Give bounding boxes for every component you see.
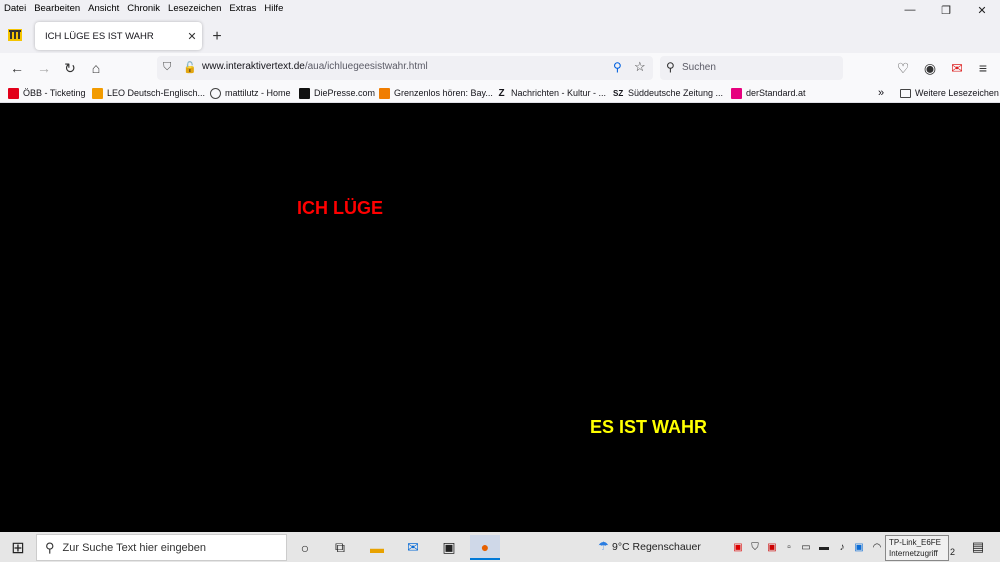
new-tab-icon[interactable]: + [207, 27, 227, 47]
tray-shield-icon[interactable]: ⛉ [749, 541, 761, 553]
menu-hilfe[interactable]: Hilfe [260, 3, 287, 14]
app-icon[interactable]: ▣ [434, 535, 464, 560]
taskbar: ⊞ ⚲ Zur Suche Text hier eingeben ○ ⧉ ▬ ✉… [0, 532, 1000, 562]
search-placeholder: Suchen [682, 62, 716, 73]
bookmark-leo[interactable]: LEO Deutsch-Englisch... [92, 86, 205, 100]
bookmark-label: ÖBB - Ticketing [23, 88, 86, 98]
page-content: ICH LÜGE ES IST WAHR [0, 103, 1000, 532]
tray-app-icon[interactable]: ▣ [766, 541, 778, 553]
taskbar-search[interactable]: ⚲ Zur Suche Text hier eingeben [36, 534, 287, 561]
back-icon[interactable]: ← [7, 58, 27, 78]
bookmark-label: DiePresse.com [314, 88, 376, 98]
grenzenlos-icon [379, 87, 390, 99]
chevron-more-icon[interactable]: » [878, 86, 884, 100]
clock[interactable]: 2 [950, 547, 955, 557]
tray-monitor-icon[interactable]: ▭ [800, 541, 812, 553]
bookmark-diepresse[interactable]: DiePresse.com [299, 86, 375, 100]
forward-icon[interactable]: → [34, 58, 54, 78]
bookmark-sueddeutsche[interactable]: SZ Süddeutsche Zeitung ... [613, 86, 723, 100]
derstandard-icon [731, 87, 742, 99]
navigation-bar: ← → ↻ ⌂ ⛉ 🔓 www.interaktivertext.de/aua/… [0, 53, 1000, 83]
menu-bearbeiten[interactable]: Bearbeiten [30, 3, 84, 14]
cortana-icon[interactable]: ○ [290, 535, 320, 560]
globe-icon [210, 87, 221, 99]
taskbar-search-placeholder: Zur Suche Text hier eingeben [62, 541, 207, 554]
file-explorer-icon[interactable]: ▬ [362, 535, 392, 560]
tray-battery-icon[interactable]: ▬ [818, 541, 830, 553]
extension-icon[interactable]: ✉ [947, 58, 967, 78]
bookmark-label: Weitere Lesezeichen [915, 88, 999, 98]
mail-icon[interactable]: ✉ [398, 535, 428, 560]
wifi-tooltip: TP-Link_E6FE Internetzugriff [885, 535, 949, 561]
tray-device-icon[interactable]: ▫ [783, 541, 795, 553]
search-bar[interactable]: ⚲ Suchen [660, 56, 843, 80]
menu-datei[interactable]: Datei [0, 3, 30, 14]
windows-start-icon[interactable]: ⊞ [3, 535, 33, 560]
close-tab-icon[interactable]: ✕ [182, 30, 202, 43]
bookmark-nachrichten[interactable]: Z Nachrichten - Kultur - ... [496, 86, 606, 100]
pocket-icon[interactable]: ♡ [893, 58, 913, 78]
bookmark-label: derStandard.at [746, 88, 806, 98]
z-icon: Z [498, 87, 505, 99]
tracking-shield-icon[interactable]: ⛉ [163, 61, 171, 74]
menu-hamburger-icon[interactable]: ≡ [973, 58, 993, 78]
tray-wifi-icon[interactable]: ◠ [871, 541, 883, 553]
url-text[interactable]: www.interaktivertext.de/aua/ichluegeesis… [202, 61, 428, 72]
menu-lesezeichen[interactable]: Lesezeichen [164, 3, 225, 14]
menu-bar: Datei Bearbeiten Ansicht Chronik Lesezei… [0, 0, 1000, 17]
tray-volume-icon[interactable]: ♪ [836, 541, 848, 553]
tab-bar: ICH LÜGE ES IST WAHR ✕ + [0, 17, 1000, 53]
tray-network-app-icon[interactable]: ▣ [853, 541, 865, 553]
notification-icon[interactable]: ▤ [972, 539, 984, 554]
bookmark-label: LEO Deutsch-Englisch... [107, 88, 206, 98]
tray-pdf-icon[interactable]: ▣ [732, 541, 744, 553]
search-bar-icon: ⚲ [666, 60, 675, 74]
bookmark-mattilutz[interactable]: mattilutz - Home [210, 86, 291, 100]
url-path: /aua/ichluegeesistwahr.html [304, 61, 428, 72]
weather-icon[interactable]: ☂ [598, 539, 609, 553]
sz-icon: SZ [613, 88, 624, 98]
bookmark-label: Nachrichten - Kultur - ... [511, 88, 607, 98]
search-icon[interactable]: ⚲ [613, 60, 622, 74]
url-host: www.interaktivertext.de [202, 61, 305, 72]
firefox-icon[interactable]: ● [470, 535, 500, 560]
tab-active[interactable]: ICH LÜGE ES IST WAHR ✕ [35, 22, 202, 50]
leo-icon [92, 87, 103, 99]
bookmark-folder-more[interactable]: Weitere Lesezeichen [900, 86, 999, 100]
reload-icon[interactable]: ↻ [60, 58, 80, 78]
url-bar[interactable]: ⛉ 🔓 www.interaktivertext.de/aua/ichluege… [157, 56, 653, 80]
home-icon[interactable]: ⌂ [86, 58, 106, 78]
weather-text[interactable]: 9°C Regenschauer [612, 541, 701, 553]
diepresse-icon [299, 87, 310, 99]
pinned-site-icon[interactable] [8, 29, 22, 41]
bookmark-grenzenlos[interactable]: Grenzenlos hören: Bay... [379, 86, 493, 100]
folder-icon [900, 88, 911, 98]
tooltip-status: Internetzugriff [889, 549, 938, 558]
bookmark-label: mattilutz - Home [225, 88, 291, 98]
bookmark-oebb[interactable]: ÖBB - Ticketing [8, 86, 86, 100]
menu-chronik[interactable]: Chronik [123, 3, 164, 14]
bookmark-label: Süddeutsche Zeitung ... [628, 88, 724, 98]
bookmark-label: Grenzenlos hören: Bay... [394, 88, 493, 98]
truth-text: ES IST WAHR [590, 417, 708, 437]
bookmarks-bar: ÖBB - Ticketing LEO Deutsch-Englisch... … [0, 83, 1000, 103]
oebb-icon [8, 87, 19, 99]
task-view-icon[interactable]: ⧉ [325, 535, 355, 560]
account-icon[interactable]: ◉ [920, 58, 940, 78]
bookmark-star-icon[interactable]: ☆ [634, 59, 646, 75]
bookmark-derstandard[interactable]: derStandard.at [731, 86, 806, 100]
taskbar-search-icon: ⚲ [45, 539, 55, 555]
tab-title: ICH LÜGE ES IST WAHR [45, 30, 154, 42]
tooltip-network-name: TP-Link_E6FE [889, 538, 942, 547]
menu-ansicht[interactable]: Ansicht [84, 3, 123, 14]
insecure-lock-icon[interactable]: 🔓 [183, 61, 197, 74]
menu-extras[interactable]: Extras [225, 3, 260, 14]
lie-text: ICH LÜGE [297, 198, 384, 218]
